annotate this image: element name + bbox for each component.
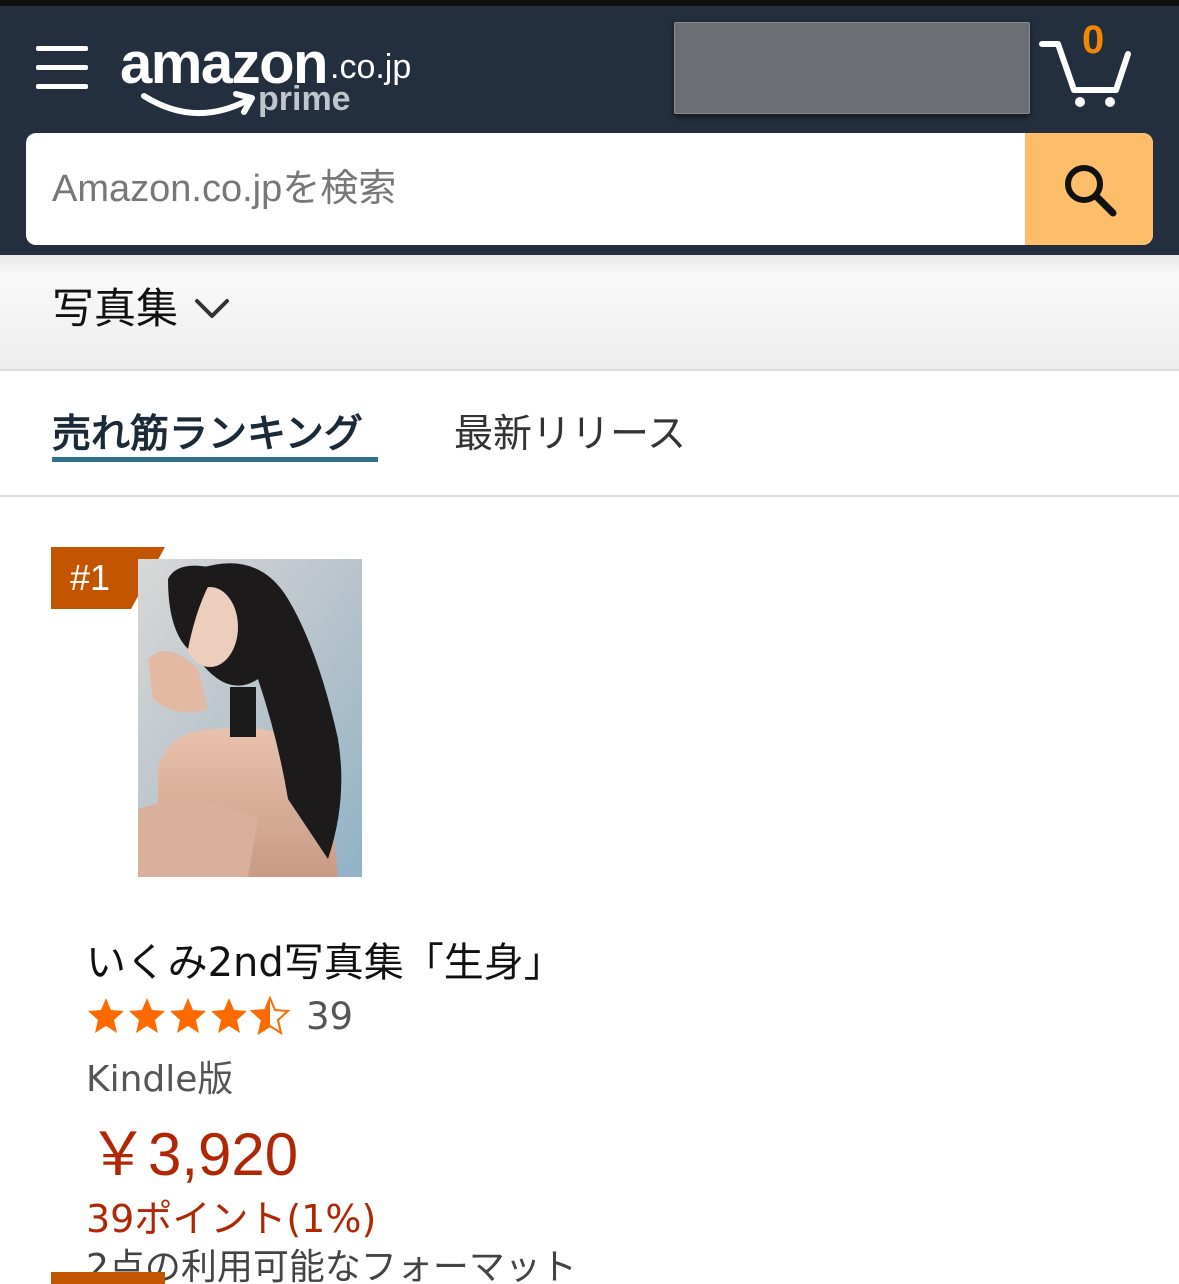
search-icon [1065, 165, 1117, 217]
product-title[interactable]: いくみ2nd写真集「生身」 [86, 930, 564, 988]
tabs: 売れ筋ランキング 最新リリース [0, 373, 1179, 497]
rating-count: 39 [306, 994, 354, 1038]
chevron-down-icon [195, 299, 230, 318]
smile-arrow-icon [141, 91, 255, 117]
search-input[interactable] [26, 133, 1026, 245]
search-bar [26, 133, 1153, 245]
search-button[interactable] [1025, 133, 1153, 245]
amazon-logo[interactable]: amazon .co.jp prime [120, 28, 430, 128]
star-rating[interactable]: 39 [86, 994, 353, 1038]
menu-icon[interactable] [36, 44, 88, 92]
price: ￥3,920 [88, 1121, 299, 1188]
page: amazon .co.jp prime 0 Amazon.co.jpを検索 写真… [0, 0, 1179, 1284]
header: amazon .co.jp prime 0 [0, 6, 1179, 255]
category-shadow [0, 255, 1179, 275]
tab-underline [52, 457, 378, 462]
points: 39ポイント(1%) [86, 1197, 377, 1241]
cart-count: 0 [1082, 18, 1105, 62]
book-cover-image[interactable] [138, 559, 362, 877]
cart-button[interactable]: 0 [1038, 18, 1138, 112]
account-redacted-box[interactable] [674, 22, 1030, 114]
category-label: 写真集 [52, 283, 179, 333]
logo-prime: prime [258, 80, 351, 118]
tab-new-releases[interactable]: 最新リリース [454, 403, 686, 467]
category-dropdown[interactable]: 写真集 [52, 275, 230, 335]
rank-label: #1 [70, 557, 111, 598]
star-rating-icon [88, 997, 289, 1034]
next-rank-badge [51, 1272, 165, 1284]
format-label: Kindle版 [86, 1059, 234, 1100]
